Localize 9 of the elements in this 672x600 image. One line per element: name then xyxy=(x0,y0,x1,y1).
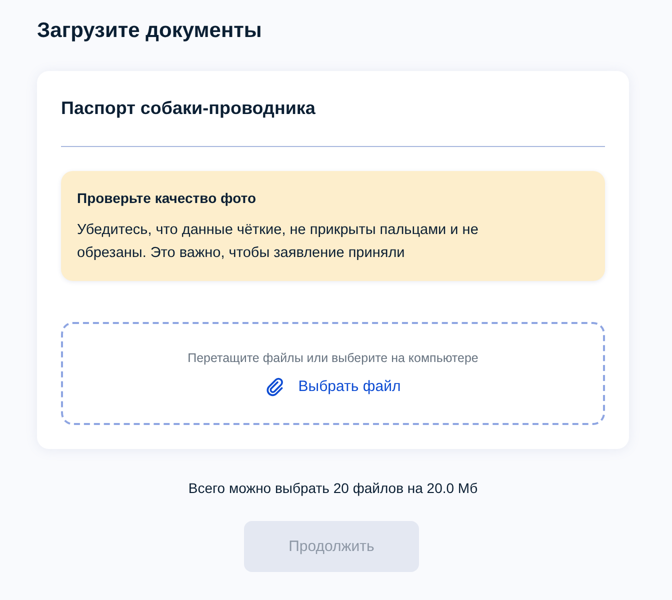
alert-title: Проверьте качество фото xyxy=(77,189,258,208)
file-limit-text: Всего можно выбрать 20 файлов на 20.0 Мб xyxy=(187,479,479,498)
choose-file-link[interactable]: Выбрать файл xyxy=(298,376,401,398)
paperclip-icon xyxy=(265,377,286,397)
page-title: Загрузите документы xyxy=(37,18,263,44)
alert-text: Убедитесь, что данные чёткие, не прикрыты пальцами и не обрезаны. Это важно, чтобы заявление приняли xyxy=(77,221,480,263)
file-dropzone[interactable]: Перетащите файлы или выберите на компьютере Выбрать файл xyxy=(61,322,605,425)
dropzone-hint: Перетащите файлы или выберите на компьютере xyxy=(188,350,478,367)
card-title: Паспорт собаки-проводника xyxy=(61,97,316,120)
